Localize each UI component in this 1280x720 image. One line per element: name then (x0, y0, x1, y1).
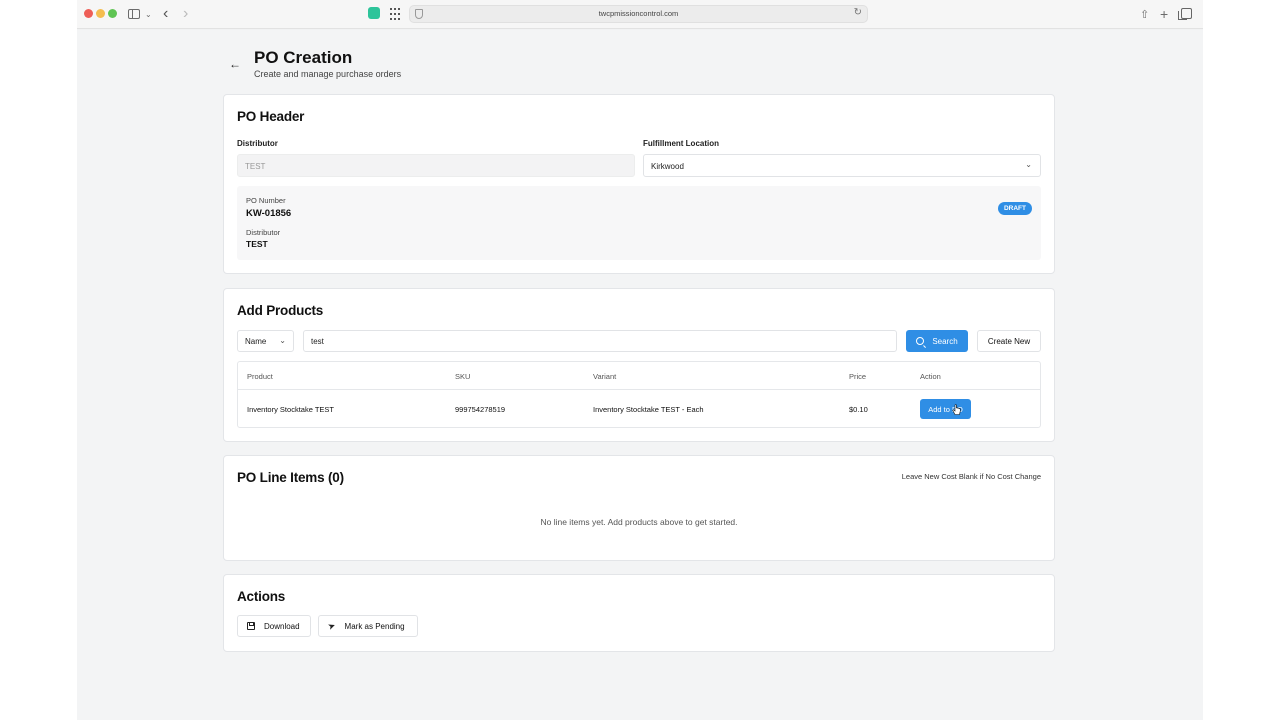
status-badge: DRAFT (997, 202, 1032, 215)
back-arrow-icon[interactable]: ← (229, 57, 241, 71)
reload-icon[interactable]: ↻ (854, 7, 862, 18)
page-content: ← PO Creation Create and manage purchase… (77, 30, 1203, 720)
cost-note: Leave New Cost Blank if No Cost Change (901, 472, 1041, 481)
new-tab-icon[interactable]: + (1160, 6, 1168, 22)
cell-sku: 999754278519 (455, 405, 506, 414)
download-button[interactable]: Download (237, 615, 311, 637)
column-header-sku: SKU (455, 372, 471, 381)
fulfillment-location-select[interactable]: Kirkwood ⌄ (643, 154, 1041, 177)
address-bar[interactable]: twcpmissioncontrol.com ↻ (409, 5, 868, 23)
distributor-label: Distributor (237, 139, 278, 148)
fulfillment-location-value: Kirkwood (651, 162, 684, 171)
actions-title: Actions (237, 589, 286, 604)
summary-distributor-value: TEST (246, 239, 268, 249)
send-icon: ➤ (326, 619, 337, 632)
column-header-action: Action (920, 372, 941, 381)
letterbox-left (0, 0, 77, 720)
close-window-button[interactable] (84, 9, 93, 18)
po-summary-box: PO Number KW-01856 Distributor TEST DRAF… (237, 186, 1041, 260)
search-button-label: Search (932, 336, 958, 346)
search-type-value: Name (245, 337, 267, 346)
table-divider (238, 389, 1040, 390)
browser-window: ⌄ ‹ › twcpmissioncontrol.com ↻ ⇧ + ← PO … (77, 0, 1203, 720)
po-header-title: PO Header (237, 109, 305, 124)
mark-pending-button[interactable]: ➤ Mark as Pending (318, 615, 418, 637)
letterbox-right (1203, 0, 1280, 720)
cell-price: $0.10 (849, 405, 868, 414)
empty-state-text: No line items yet. Add products above to… (540, 517, 738, 527)
add-to-po-button[interactable]: Add to PO (920, 399, 971, 419)
search-button[interactable]: Search (906, 330, 968, 352)
mark-pending-button-label: Mark as Pending (344, 621, 405, 631)
share-icon[interactable]: ⇧ (1140, 6, 1149, 22)
back-nav-icon[interactable]: ‹ (163, 5, 168, 22)
line-items-title: PO Line Items (0) (237, 470, 344, 485)
browser-toolbar: ⌄ ‹ › twcpmissioncontrol.com ↻ ⇧ + (77, 0, 1203, 29)
products-table: Product SKU Variant Price Action Invento… (237, 361, 1041, 428)
hand-cursor-icon (952, 404, 961, 415)
page-subtitle: Create and manage purchase orders (254, 69, 402, 79)
save-icon (247, 622, 255, 630)
po-header-card: PO Header Distributor Fulfillment Locati… (223, 94, 1055, 274)
download-button-label: Download (264, 621, 300, 631)
page-title: PO Creation (254, 48, 353, 67)
column-header-variant: Variant (593, 372, 617, 381)
create-new-button[interactable]: Create New (977, 330, 1041, 352)
actions-card: Actions Download ➤ Mark as Pending (223, 574, 1055, 652)
column-header-product: Product (247, 372, 273, 381)
forward-nav-icon[interactable]: › (183, 5, 188, 22)
cell-variant: Inventory Stocktake TEST - Each (593, 405, 704, 414)
po-number-label: PO Number (246, 196, 286, 205)
extension-icon[interactable] (368, 7, 380, 19)
column-header-price: Price (849, 372, 867, 381)
search-type-select[interactable]: Name ⌄ (237, 330, 294, 352)
chevron-down-icon: ⌄ (279, 336, 286, 345)
sidebar-toggle-icon[interactable] (128, 9, 140, 19)
product-search-input[interactable]: test (303, 330, 897, 352)
po-number-value: KW-01856 (246, 208, 292, 219)
grid-icon[interactable] (389, 8, 401, 20)
cell-product: Inventory Stocktake TEST (247, 405, 334, 414)
zoom-window-button[interactable] (108, 9, 117, 18)
distributor-field: TEST (237, 154, 635, 177)
chevron-down-icon[interactable]: ⌄ (145, 6, 152, 22)
add-products-card: Add Products Name ⌄ test Search Create N… (223, 288, 1055, 442)
tab-overview-icon[interactable] (1178, 8, 1192, 20)
url-text: twcpmissioncontrol.com (598, 9, 679, 18)
chevron-down-icon: ⌄ (1025, 160, 1032, 169)
add-products-title: Add Products (237, 303, 324, 318)
minimize-window-button[interactable] (96, 9, 105, 18)
search-icon (916, 337, 925, 345)
line-items-card: PO Line Items (0) Leave New Cost Blank i… (223, 455, 1055, 561)
fulfillment-location-label: Fulfillment Location (643, 139, 719, 148)
summary-distributor-label: Distributor (246, 228, 281, 237)
